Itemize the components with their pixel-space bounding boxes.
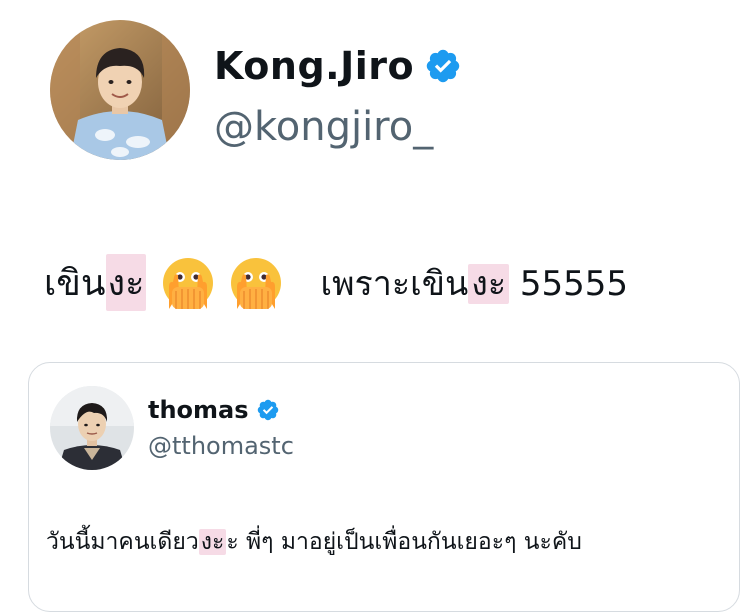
profile-photo-icon [50, 386, 134, 470]
tweet-text-part: 55555 [509, 263, 629, 304]
quoted-text-highlight: งะ [198, 529, 227, 555]
hand-over-mouth-emoji-icon [228, 255, 284, 311]
main-author-handle[interactable]: @kongjiro_ [214, 104, 433, 150]
quoted-text-part: ะ พี่ๆ มาอยู่เป็นเพื่อนกันเยอะๆ นะคับ [226, 529, 582, 555]
verified-badge-icon [256, 398, 280, 422]
tweet-text-tail: เพราะเขินงะ 55555 [320, 256, 628, 310]
verified-badge-icon [424, 47, 462, 85]
main-author-name[interactable]: Kong.Jiro [214, 44, 414, 88]
main-author-name-row: Kong.Jiro [214, 44, 462, 88]
tweet-text-highlight: งะ [468, 263, 510, 304]
quoted-text-part: วันนี้มาคนเดียว [46, 529, 199, 555]
quoted-tweet-card[interactable] [28, 362, 740, 612]
tweet-text-part: เขิน [44, 263, 106, 304]
quoted-author-name[interactable]: thomas [148, 396, 249, 424]
quoted-author-handle[interactable]: @tthomastc [148, 432, 294, 460]
quoted-author-name-row: thomas [148, 396, 280, 424]
thomas-avatar[interactable] [50, 386, 134, 470]
quoted-tweet-text: วันนี้มาคนเดียวงะะ พี่ๆ มาอยู่เป็นเพื่อน… [46, 524, 582, 560]
hand-over-mouth-emoji-icon [160, 255, 216, 311]
profile-photo-icon [50, 20, 190, 160]
tweet-text: เขิน งะ เพราะเขินงะ 55555 [44, 254, 628, 311]
tweet-text-highlight: งะ [105, 254, 147, 311]
kong-jiro-avatar[interactable] [50, 20, 190, 160]
tweet-text-part: เพราะเขิน [320, 263, 469, 304]
